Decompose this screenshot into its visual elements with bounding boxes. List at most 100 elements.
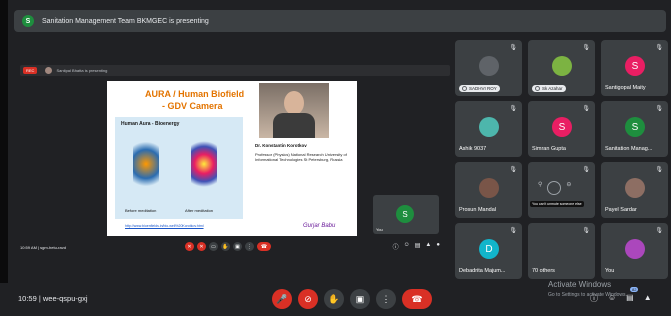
participant-avatar xyxy=(625,239,645,259)
shared-mic-off-icon: ✕ xyxy=(185,242,194,251)
participant-tile[interactable]: 🎙 D Debadrita Majum... xyxy=(455,223,522,279)
participant-name-pill: Sk Azahar xyxy=(532,85,566,92)
participant-tile[interactable]: 🎙 S Sanitation Manag... xyxy=(601,101,668,157)
caption-before: Before meditation xyxy=(125,208,157,213)
activate-windows-watermark: Activate Windows xyxy=(548,280,612,289)
aura-figure-after xyxy=(191,135,217,193)
muted-mic-icon: 🎙 xyxy=(509,228,517,234)
muted-mic-icon: 🎙 xyxy=(509,106,517,112)
remove-icon[interactable]: ⊖ xyxy=(566,181,571,195)
raise-hand-button[interactable]: ✋ xyxy=(324,289,344,309)
participant-name: You xyxy=(605,268,615,274)
presentation-stage: REC Santipal Bhatta is presenting AURA /… xyxy=(14,40,450,260)
slide-author-description: Professor (Physics) National Research Un… xyxy=(255,152,347,162)
presenting-text: Sanitation Management Team BKMGEC is pre… xyxy=(42,17,209,25)
muted-mic-icon: 🎙 xyxy=(582,228,590,234)
mic-off-button[interactable]: 🎤 xyxy=(272,289,292,309)
slide-signature: Gurjar Babu xyxy=(303,223,336,229)
present-button[interactable]: ▣ xyxy=(350,289,370,309)
shared-screen-footer: 10:59 AM | sgm-hetu-ravd ✕ ✕ ▭ ✋ ▣ ⋮ ☎ ⓘ… xyxy=(20,240,450,254)
participant-tile[interactable]: 🎙 Sk Azahar xyxy=(528,40,595,96)
more-vert-icon: ⋮ xyxy=(381,293,391,304)
participant-avatar xyxy=(479,117,499,137)
participant-avatar: S xyxy=(625,117,645,137)
end-call-button[interactable]: ☎ xyxy=(402,289,432,309)
participant-avatar: S xyxy=(552,117,572,137)
participant-tile[interactable]: 🎙 70 others xyxy=(528,223,595,279)
professor-photo xyxy=(259,83,329,138)
participant-tile[interactable]: 🎙 Payel Sardar xyxy=(601,162,668,218)
caption-after: After meditation xyxy=(185,208,214,213)
self-preview-tile[interactable]: S You xyxy=(373,195,439,234)
camera-off-icon: ⊘ xyxy=(304,293,312,304)
slide-link[interactable]: http://www.bioenfields.in/bio-well%20Kor… xyxy=(125,224,204,228)
shared-lock-icon: ● xyxy=(436,242,440,248)
more-options-button[interactable]: ⋮ xyxy=(376,289,396,309)
camera-off-button[interactable]: ⊘ xyxy=(298,289,318,309)
participant-avatar xyxy=(479,56,499,76)
muted-mic-icon: 🎙 xyxy=(655,167,663,173)
participant-avatar xyxy=(479,178,499,198)
participant-tile[interactable]: 🎙 S Simran Gupta xyxy=(528,101,595,157)
unmute-tooltip: You can't unmute someone else xyxy=(530,201,584,207)
shared-end-call-icon: ☎ xyxy=(257,242,271,251)
shared-hand-icon: ✋ xyxy=(221,242,230,251)
participant-tile[interactable]: 🎙 SADHVI ROY xyxy=(455,40,522,96)
participant-name: SADHVI ROY xyxy=(469,86,497,91)
shared-chat-icon: ▤ xyxy=(414,243,421,249)
shared-people-icon: ☺ xyxy=(403,242,410,248)
self-avatar: S xyxy=(396,205,414,223)
shared-controls: ✕ ✕ ▭ ✋ ▣ ⋮ ☎ xyxy=(185,242,271,251)
participant-grid: 🎙 SADHVI ROY 🎙 Sk Azahar 🎙 S Santigopal Maity 🎙… xyxy=(455,40,669,280)
participant-name: Debadrita Majum... xyxy=(459,268,506,274)
activate-windows-subtext: Go to Settings to activate Windows. xyxy=(548,292,627,298)
muted-mic-icon: 🎙 xyxy=(582,167,590,173)
shared-info-icon: ⓘ xyxy=(392,245,399,251)
self-label: You xyxy=(376,227,383,232)
participant-name: Sanitation Manag... xyxy=(605,146,653,152)
participant-tile[interactable]: 🎙 You xyxy=(601,223,668,279)
presenter-avatar: S xyxy=(22,15,34,27)
presentation-slide: AURA / Human Biofield - GDV Camera Human… xyxy=(107,81,357,236)
muted-mic-icon: 🎙 xyxy=(655,228,663,234)
participant-name: 70 others xyxy=(532,268,555,274)
muted-mic-icon: 🎙 xyxy=(582,45,590,51)
participant-tile[interactable]: 🎙 S Santigopal Maity xyxy=(601,40,668,96)
call-controls: 🎤 ⊘ ✋ ▣ ⋮ ☎ xyxy=(272,289,432,309)
chat-button[interactable]: ▤ xyxy=(626,293,634,304)
hand-icon: ✋ xyxy=(328,293,340,304)
shared-activities-icon: ▲ xyxy=(425,242,432,248)
shared-right-icons: ⓘ ☺ ▤ ▲ ● xyxy=(393,242,440,251)
phone-hangup-icon: ☎ xyxy=(411,293,423,304)
tile-hover-controls: ⚲ ⊖ xyxy=(538,181,571,195)
participant-avatar: S xyxy=(625,56,645,76)
shared-more-icon: ⋮ xyxy=(245,242,254,251)
participant-avatar xyxy=(552,239,572,259)
muted-mic-icon: 🎙 xyxy=(509,167,517,173)
muted-mic-icon: 🎙 xyxy=(655,45,663,51)
presenter-mini-avatar xyxy=(45,67,53,74)
participant-avatar: D xyxy=(479,239,499,259)
participant-name: Santigopal Maity xyxy=(605,85,646,91)
shared-screen-header: REC Santipal Bhatta is presenting xyxy=(20,65,450,76)
muted-mic-icon: 🎙 xyxy=(655,106,663,112)
aura-figure-before xyxy=(133,135,159,193)
participant-tile[interactable]: 🎙 Prosun Mandal xyxy=(455,162,522,218)
pin-icon[interactable]: ⚲ xyxy=(538,181,542,195)
mic-off-icon: 🎤 xyxy=(276,293,288,304)
pin-icon xyxy=(462,86,467,91)
participant-tile[interactable]: 🎙 Ashik 9037 xyxy=(455,101,522,157)
participant-name: Ashik 9037 xyxy=(459,146,487,152)
mute-participant-icon[interactable] xyxy=(547,181,562,195)
participant-tile[interactable]: 🎙 ⚲ ⊖ You can't unmute someone else xyxy=(528,162,595,218)
pin-icon xyxy=(535,86,540,91)
participant-name: Sk Azahar xyxy=(542,86,563,91)
participant-avatar xyxy=(625,178,645,198)
people-count-badge: 82 xyxy=(630,287,639,292)
participant-name: Payel Sardar xyxy=(605,207,637,213)
participant-name: Prosun Mandal xyxy=(459,207,496,213)
presenting-banner: S Sanitation Management Team BKMGEC is p… xyxy=(14,10,666,32)
activities-button[interactable]: ▲ xyxy=(644,293,652,304)
shared-presenter-text: Santipal Bhatta is presenting xyxy=(56,68,108,73)
muted-mic-icon: 🎙 xyxy=(509,45,517,51)
